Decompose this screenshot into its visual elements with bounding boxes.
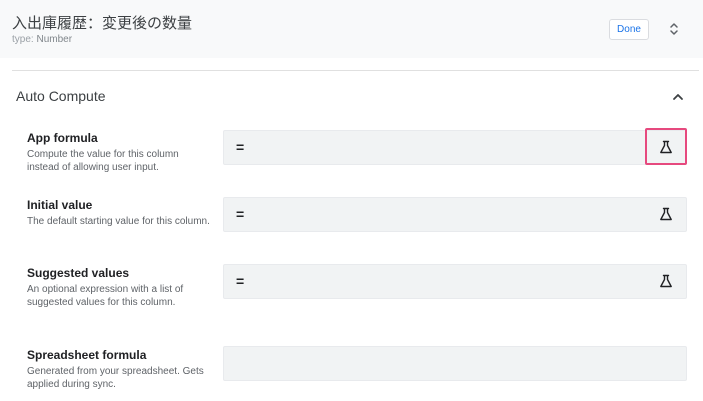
spreadsheet-formula-input <box>223 346 687 381</box>
chevron-up-icon <box>673 94 683 100</box>
suggested-values-value: = <box>236 273 245 289</box>
divider <box>12 70 699 71</box>
initial-value-input[interactable]: = <box>223 197 687 232</box>
initial-value-description: The default starting value for this colu… <box>27 216 210 227</box>
expand-button[interactable] <box>664 18 684 40</box>
spreadsheet-formula-label: Spreadsheet formula <box>27 348 147 362</box>
flask-icon <box>660 140 672 153</box>
suggested-values-expression-button[interactable] <box>655 270 677 292</box>
unfold-icon <box>670 23 678 35</box>
app-formula-input[interactable]: = <box>223 130 687 165</box>
flask-icon <box>660 274 672 288</box>
suggested-values-label: Suggested values <box>27 266 130 280</box>
done-button[interactable]: Done <box>609 19 649 40</box>
spreadsheet-formula-description: Generated from your spreadsheet. Gets ap… <box>27 366 204 390</box>
column-type: type: Number <box>12 34 72 45</box>
column-title: 入出庫履歴：変更後の数量 <box>12 15 193 32</box>
suggested-values-input[interactable]: = <box>223 264 687 299</box>
app-formula-expression-button[interactable] <box>645 128 687 165</box>
column-type-key: type: <box>12 34 34 45</box>
collapse-section-button[interactable] <box>669 88 687 106</box>
suggested-values-description: An optional expression with a list of su… <box>27 284 184 308</box>
initial-value-label: Initial value <box>27 198 93 212</box>
flask-icon <box>660 207 672 221</box>
app-formula-description: Compute the value for this column instea… <box>27 149 179 173</box>
app-formula-value: = <box>236 139 245 155</box>
initial-value-value: = <box>236 206 245 222</box>
column-header: 入出庫履歴：変更後の数量 type: Number Done <box>0 0 703 58</box>
initial-value-expression-button[interactable] <box>655 203 677 225</box>
column-type-value: Number <box>36 34 73 45</box>
app-formula-label: App formula <box>27 131 98 145</box>
section-title: Auto Compute <box>16 88 106 104</box>
